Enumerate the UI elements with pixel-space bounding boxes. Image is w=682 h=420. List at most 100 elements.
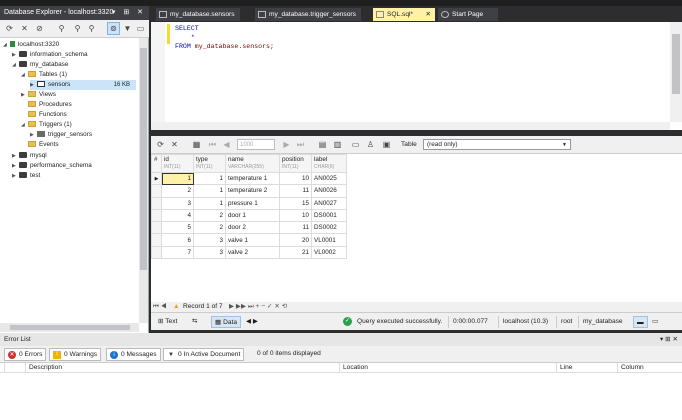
cell-position[interactable]: 10 [279,208,312,223]
explorer-horizontal-scroll-thumb[interactable] [10,325,130,330]
tree-node-my-database[interactable]: ◢ my_database [12,60,68,70]
last-page-icon[interactable]: ⏭ [295,139,306,150]
tree-node-views[interactable]: ▶ Views [21,90,56,100]
cell-label[interactable]: AN0027 [311,196,347,210]
text-view-tab[interactable]: ⊞ Text [155,316,185,328]
data-view-tab[interactable]: ▦ Data [211,316,241,328]
table-row[interactable]: 7 3 valve 2 21 VL0002 [151,245,347,260]
edit-connection-icon[interactable]: ⚲ [72,23,83,34]
table-row[interactable]: 4 2 door 1 10 DS0001 [151,208,347,223]
sql-editor[interactable]: SELECT * FROM my_database.sensors; [151,22,682,130]
cell-type[interactable]: 1 [193,196,226,210]
cell-label[interactable]: VL0002 [311,245,347,260]
tree-node-test[interactable]: ▶ test [12,171,40,181]
expanded-arrow-icon[interactable]: ◢ [21,70,28,80]
card-mode-icon[interactable]: ▥ [332,139,343,150]
next-page-icon[interactable]: ▶ [281,139,292,150]
error-icon-column[interactable] [4,363,24,373]
cell-type[interactable]: 1 [193,184,226,198]
filter-icon[interactable]: ▼ [122,23,133,34]
cell-label[interactable]: AN0026 [311,184,347,198]
table-row[interactable]: 2 1 temperature 2 11 AN0026 [151,184,347,198]
expanded-arrow-icon[interactable]: ◢ [21,120,28,130]
expanded-arrow-icon[interactable]: ◢ [12,60,19,70]
row-header[interactable] [151,245,162,260]
row-header[interactable] [151,184,162,198]
cell-position[interactable]: 20 [279,233,312,247]
cell-name[interactable]: valve 1 [225,233,280,247]
grid-mode-icon[interactable]: ▤ [317,139,328,150]
collapsed-arrow-icon[interactable]: ▶ [30,80,37,90]
cell-name[interactable]: temperature 1 [225,171,280,186]
cell-position[interactable]: 21 [279,245,312,260]
export-icon[interactable]: ▭ [350,139,361,150]
cell-id[interactable]: 2 [161,184,194,198]
disconnect-icon[interactable]: ✕ [19,23,30,34]
cell-name[interactable]: valve 2 [225,245,280,260]
tab-sql-editor[interactable]: SQL.sql* ✕ [373,8,435,21]
link-editor-icon[interactable]: ⊚ [107,22,120,35]
collapse-icon[interactable]: ▭ [135,23,146,34]
row-header[interactable] [151,208,162,223]
prev-page-icon[interactable]: ◀ [221,139,232,150]
cell-position[interactable]: 10 [279,171,312,186]
messages-filter-button[interactable]: i0 Messages [106,348,161,361]
tab-trigger-sensors[interactable]: my_database.trigger_sensors [255,8,361,21]
tree-node-triggers[interactable]: ◢ Triggers (1) [21,120,72,130]
new-connection-icon[interactable]: ⚲ [56,23,67,34]
column-header-label[interactable]: label CHAR(6) [311,154,347,173]
collapsed-arrow-icon[interactable]: ▶ [12,151,19,161]
column-column[interactable]: Column [617,363,677,373]
split-icon[interactable]: ⇆ [189,316,201,328]
column-header-type[interactable]: type INT(11) [193,154,226,173]
collapsed-arrow-icon[interactable]: ▶ [12,161,19,171]
code-line-3[interactable]: FROM my_database.sensors; [175,43,274,50]
expanded-arrow-icon[interactable]: ◢ [3,40,10,50]
column-header-name[interactable]: name VARCHAR(255) [225,154,280,173]
cell-label[interactable]: DS0002 [311,221,347,235]
tree-node-information-schema[interactable]: ▶ information_schema [12,50,88,60]
cell-label[interactable]: AN0025 [311,171,347,186]
tree-node-events[interactable]: Events [21,140,59,150]
column-location[interactable]: Location [339,363,556,373]
layout-toggle-icon[interactable]: ▬ [633,316,648,328]
tree-node-trigger-sensors[interactable]: ▶ trigger_sensors [30,130,92,140]
error-list-window-buttons[interactable]: ▾ ⊞ ✕ [660,335,678,343]
collapsed-arrow-icon[interactable]: ▶ [21,90,28,100]
grid-view-icon[interactable]: ▦ [191,139,202,150]
cell-id[interactable]: 7 [161,245,194,260]
close-tab-icon[interactable]: ✕ [425,8,431,21]
image-view-icon[interactable]: ▣ [381,139,392,150]
tree-node-functions[interactable]: Functions [21,110,67,120]
row-header[interactable] [151,221,162,235]
errors-filter-button[interactable]: ✕ 0 Errors [4,348,47,361]
cell-type[interactable]: 2 [193,208,226,223]
table-row[interactable]: 3 1 pressure 1 15 AN0027 [151,196,347,210]
active-document-filter-button[interactable]: ▼ 0 In Active Document [163,348,245,361]
cell-name[interactable]: door 2 [225,221,280,235]
cell-position[interactable]: 15 [279,196,312,210]
collapsed-arrow-icon[interactable]: ▶ [12,171,19,181]
cell-id[interactable]: 6 [161,233,194,247]
panel-nav-arrows[interactable]: ◀ ▶ [243,316,261,328]
table-row[interactable]: 5 2 door 2 11 DS0002 [151,221,347,235]
cell-name[interactable]: door 1 [225,208,280,223]
column-header-id[interactable]: id INT(11) [161,154,194,173]
cell-id[interactable]: 3 [161,196,194,210]
tab-start-page[interactable]: Start Page [438,8,498,21]
cell-type[interactable]: 2 [193,221,226,235]
tree-node-procedures[interactable]: Procedures [21,100,72,110]
cell-id[interactable]: 5 [161,221,194,235]
code-line-1[interactable]: SELECT [175,25,199,32]
tree-node-tables[interactable]: ◢ Tables (1) [21,70,67,80]
table-row[interactable]: 6 3 valve 1 20 VL0001 [151,233,347,247]
tree-node-performance-schema[interactable]: ▶ performance_schema [12,161,92,171]
nav-next-last-buttons[interactable]: ▶ ▶▶ ⏭ + − ✓ ✕ ⟲ [229,302,287,312]
table-row[interactable]: ▶ 1 1 temperature 1 10 AN0025 [151,171,347,186]
connect-icon[interactable]: ⚲ [86,23,97,34]
user-icon[interactable]: ♙ [365,139,376,150]
cell-label[interactable]: DS0001 [311,208,347,223]
cell-type[interactable]: 3 [193,245,226,260]
cell-type[interactable]: 3 [193,233,226,247]
stop-icon[interactable]: ✕ [169,139,180,150]
